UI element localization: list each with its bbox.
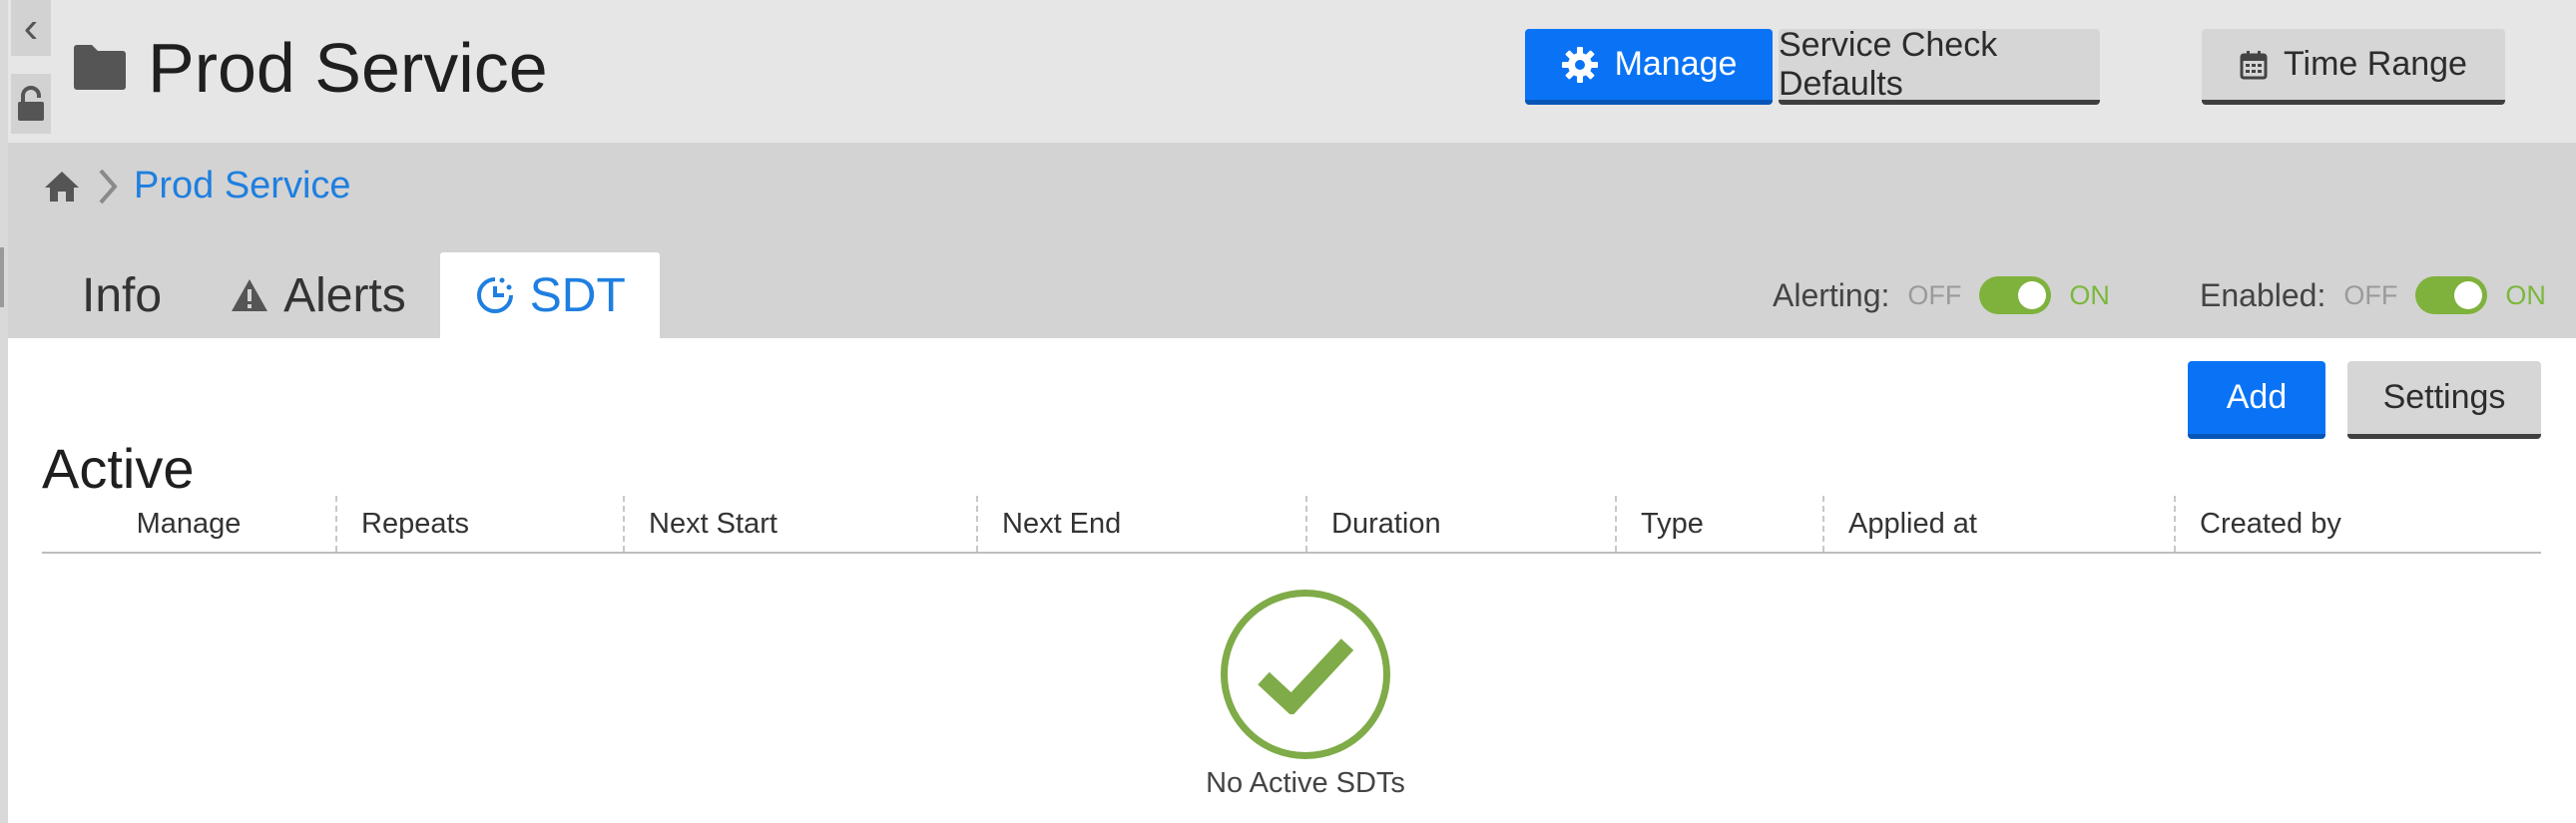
tab-info[interactable]: Info xyxy=(48,252,196,338)
breadcrumb: Prod Service xyxy=(42,165,351,207)
column-header-manage[interactable]: Manage xyxy=(42,496,335,552)
manage-button[interactable]: Manage xyxy=(1525,29,1773,105)
column-header-next-start[interactable]: Next Start xyxy=(623,496,976,552)
enabled-toggle-group: Enabled: OFF ON xyxy=(2200,276,2546,314)
table-header: Manage Repeats Next Start Next End Durat… xyxy=(42,496,2541,554)
rail-resize-handle[interactable] xyxy=(0,247,4,307)
settings-button[interactable]: Settings xyxy=(2347,361,2541,439)
breadcrumb-tab-bar: Prod Service Info Alerts SDT Alerting: O… xyxy=(8,143,2576,338)
alerting-on-label: ON xyxy=(2069,279,2110,310)
column-header-next-end[interactable]: Next End xyxy=(976,496,1305,552)
manage-button-label: Manage xyxy=(1614,45,1738,83)
sdt-clock-icon xyxy=(476,277,513,313)
enabled-off-label: OFF xyxy=(2343,279,2398,310)
chevron-left-icon: ‹ xyxy=(23,3,39,52)
tab-list: Info Alerts SDT xyxy=(48,252,660,338)
toggle-knob xyxy=(2018,281,2047,309)
column-header-created-by[interactable]: Created by xyxy=(2174,496,2541,552)
folder-icon xyxy=(74,45,126,90)
enabled-toggle[interactable] xyxy=(2415,276,2488,314)
page-header: ‹ Prod Service Manage Service Check Defa… xyxy=(8,0,2576,143)
warning-icon xyxy=(232,279,268,311)
tab-alerts-label: Alerts xyxy=(283,268,406,322)
column-header-duration[interactable]: Duration xyxy=(1305,496,1615,552)
column-header-applied-at[interactable]: Applied at xyxy=(1822,496,2174,552)
lock-icon xyxy=(18,86,44,121)
tab-sdt-label: SDT xyxy=(529,268,626,322)
time-range-label: Time Range xyxy=(2284,45,2467,83)
empty-state: No Active SDTs xyxy=(1106,590,1505,800)
sdt-content: Add Settings Active Manage Repeats Next … xyxy=(8,338,2576,823)
chevron-right-icon xyxy=(99,169,118,204)
alerting-toggle[interactable] xyxy=(1979,276,2052,314)
lock-button[interactable] xyxy=(11,74,51,134)
home-icon[interactable] xyxy=(42,169,82,205)
tab-info-label: Info xyxy=(82,268,163,322)
column-header-repeats[interactable]: Repeats xyxy=(335,496,623,552)
collapse-panel-button[interactable]: ‹ xyxy=(11,0,51,56)
tab-sdt[interactable]: SDT xyxy=(439,252,660,338)
column-header-type[interactable]: Type xyxy=(1615,496,1822,552)
enabled-label: Enabled: xyxy=(2200,276,2326,313)
page-title: Prod Service xyxy=(148,29,548,107)
alerting-label: Alerting: xyxy=(1773,276,1890,313)
toggle-knob xyxy=(2454,281,2483,309)
alerting-toggle-group: Alerting: OFF ON xyxy=(1773,276,2110,314)
checkmark-icon xyxy=(1258,638,1353,714)
breadcrumb-current[interactable]: Prod Service xyxy=(134,165,351,207)
alerting-off-label: OFF xyxy=(1907,279,1962,310)
tab-alerts[interactable]: Alerts xyxy=(196,252,440,338)
check-circle-icon xyxy=(1221,590,1390,759)
empty-state-text: No Active SDTs xyxy=(1206,767,1405,799)
time-range-button[interactable]: Time Range xyxy=(2202,29,2505,105)
gear-icon xyxy=(1561,46,1598,83)
service-check-defaults-button[interactable]: Service Check Defaults xyxy=(1779,25,2100,105)
service-check-defaults-label: Service Check Defaults xyxy=(1779,25,1998,103)
enabled-on-label: ON xyxy=(2505,279,2546,310)
add-sdt-button[interactable]: Add xyxy=(2188,361,2325,439)
calendar-icon xyxy=(2240,50,2268,79)
section-title: Active xyxy=(42,437,195,500)
